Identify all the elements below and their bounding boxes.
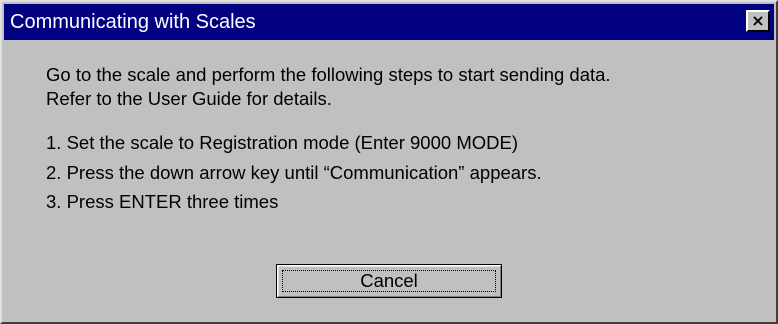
title-bar[interactable]: Communicating with Scales × — [4, 4, 774, 40]
step-2: 2. Press the down arrow key until “Commu… — [46, 162, 542, 183]
cancel-button[interactable]: Cancel — [276, 264, 502, 298]
close-button[interactable]: × — [746, 10, 770, 32]
communicating-dialog: Communicating with Scales × Go to the sc… — [0, 0, 778, 324]
intro-line-2: Refer to the User Guide for details. — [46, 88, 332, 109]
step-1: 1. Set the scale to Registration mode (E… — [46, 132, 518, 153]
intro-line-1: Go to the scale and perform the followin… — [46, 64, 611, 85]
window-title: Communicating with Scales — [10, 11, 256, 33]
cancel-button-label: Cancel — [282, 270, 496, 292]
step-3: 3. Press ENTER three times — [46, 191, 279, 212]
close-icon: × — [751, 11, 765, 30]
